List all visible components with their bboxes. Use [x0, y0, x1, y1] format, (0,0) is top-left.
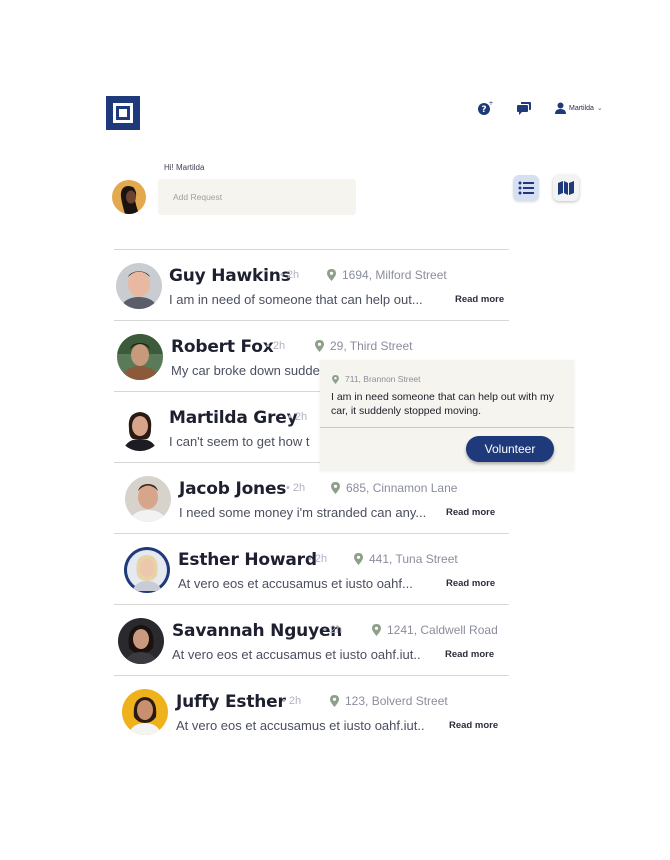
time-label: • 2h — [280, 269, 300, 281]
address: 29, Third Street — [330, 339, 413, 353]
list-icon — [518, 181, 534, 195]
svg-text:?: ? — [481, 105, 486, 115]
user-menu[interactable]: Martilda ⌄ — [555, 100, 603, 116]
map-view-button[interactable] — [553, 175, 579, 201]
avatar — [118, 618, 164, 664]
read-more-link[interactable]: Read more — [449, 720, 498, 731]
popup-message: I am in need someone that can help out w… — [331, 391, 554, 417]
user-icon — [555, 102, 566, 114]
request-message: My car broke down sudde — [171, 363, 320, 378]
help-icon[interactable]: ? + — [477, 100, 493, 116]
request-detail-popup: 711, Brannon Street I am in need someone… — [320, 360, 574, 470]
location-pin-icon — [372, 624, 381, 636]
avatar — [112, 180, 146, 214]
avatar — [116, 263, 162, 309]
read-more-link[interactable]: Read more — [446, 578, 495, 589]
address: 1241, Caldwell Road — [387, 623, 498, 637]
user-name: Martilda — [569, 104, 594, 112]
popup-location: 711, Brannon Street — [332, 374, 420, 384]
request-feed: Guy Hawkins • 2h 1694, Milford Street I … — [114, 249, 509, 746]
requester-name[interactable]: Guy Hawkins — [169, 266, 291, 286]
popup-address: 711, Brannon Street — [345, 374, 421, 384]
list-view-button[interactable] — [513, 175, 539, 201]
greeting: Hi! Martilda — [164, 163, 205, 172]
request-message: I need some money i'm stranded can any..… — [179, 505, 427, 520]
requester-name[interactable]: Savannah Nguyen — [172, 621, 342, 641]
request-message: At vero eos et accusamus et iusto oahf..… — [178, 576, 413, 591]
avatar — [122, 689, 168, 735]
location: 441, Tuna Street — [354, 552, 458, 566]
location-pin-icon — [331, 482, 340, 494]
map-icon — [558, 181, 574, 195]
svg-text:+: + — [488, 100, 493, 107]
list-item[interactable]: Juffy Esther • 2h 123, Bolverd Street At… — [114, 675, 509, 746]
requester-name[interactable]: Jacob Jones — [179, 479, 286, 499]
time-label: • 2h — [323, 624, 343, 636]
location-pin-icon — [332, 374, 339, 384]
location-pin-icon — [315, 340, 324, 352]
request-message: At vero eos et accusamus et iusto oahf.i… — [176, 718, 425, 733]
requester-name[interactable]: Robert Fox — [171, 337, 274, 357]
divider — [320, 427, 574, 428]
list-item[interactable]: Guy Hawkins • 2h 1694, Milford Street I … — [114, 249, 509, 320]
read-more-link[interactable]: Read more — [446, 507, 495, 518]
location-pin-icon — [327, 269, 336, 281]
add-request-input[interactable] — [158, 179, 356, 215]
request-message: I can't seem to get how t — [169, 434, 310, 449]
requester-name[interactable]: Esther Howard — [178, 550, 317, 570]
read-more-link[interactable]: Read more — [445, 649, 494, 660]
chat-icon[interactable] — [517, 100, 532, 116]
list-item[interactable]: Savannah Nguyen • 2h 1241, Caldwell Road… — [114, 604, 509, 675]
avatar — [117, 334, 163, 380]
location-pin-icon — [354, 553, 363, 565]
avatar — [125, 476, 171, 522]
list-item[interactable]: Jacob Jones • 2h 685, Cinnamon Lane I ne… — [114, 462, 509, 533]
location: 1241, Caldwell Road — [372, 623, 498, 637]
chevron-down-icon: ⌄ — [596, 104, 603, 112]
location: 685, Cinnamon Lane — [331, 481, 457, 495]
location: 123, Bolverd Street — [330, 694, 448, 708]
read-more-link[interactable]: Read more — [455, 294, 504, 305]
location: 1694, Milford Street — [327, 268, 447, 282]
request-message: I am in need of someone that can help ou… — [169, 292, 423, 307]
address: 685, Cinnamon Lane — [346, 481, 458, 495]
address: 123, Bolverd Street — [345, 694, 448, 708]
logo-icon[interactable] — [106, 96, 140, 130]
time-label: • 2h — [266, 340, 286, 352]
requester-name[interactable]: Martilda Grey — [169, 408, 298, 428]
volunteer-button[interactable]: Volunteer — [466, 436, 554, 462]
address: 1694, Milford Street — [342, 268, 447, 282]
request-message: At vero eos et accusamus et iusto oahf.i… — [172, 647, 421, 662]
time-label: • 2h — [308, 553, 328, 565]
address: 441, Tuna Street — [369, 552, 458, 566]
time-label: • 2h — [282, 695, 302, 707]
list-item[interactable]: Esther Howard • 2h 441, Tuna Street At v… — [114, 533, 509, 604]
location: 29, Third Street — [315, 339, 413, 353]
time-label: • 2h — [288, 411, 308, 423]
time-label: • 2h — [286, 482, 306, 494]
avatar — [124, 547, 170, 593]
avatar — [117, 405, 163, 451]
requester-name[interactable]: Juffy Esther — [176, 692, 286, 712]
location-pin-icon — [330, 695, 339, 707]
